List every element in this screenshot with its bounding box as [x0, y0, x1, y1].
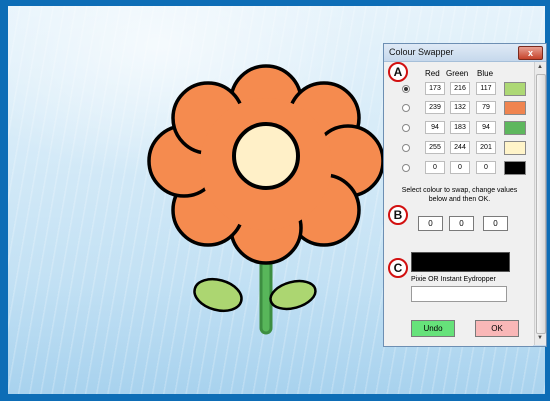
blue-value-1: 117 [476, 82, 496, 95]
ok-button[interactable]: OK [475, 320, 519, 337]
colour-radio-3[interactable] [402, 124, 410, 132]
scrollbar-thumb[interactable] [536, 74, 546, 334]
annotation-b-badge: B [388, 205, 408, 225]
leaf-right [269, 279, 317, 311]
blue-value-3: 94 [476, 121, 496, 134]
green-value-1: 216 [450, 82, 470, 95]
blue-value-4: 201 [476, 141, 496, 154]
close-icon[interactable]: x [518, 46, 543, 60]
annotation-a-badge: A [388, 62, 408, 82]
undo-button[interactable]: Undo [411, 320, 455, 337]
green-value-3: 183 [450, 121, 470, 134]
colour-swatch-3[interactable] [504, 121, 526, 135]
dialog-title: Colour Swapper [389, 47, 454, 57]
eyedropper-input[interactable] [411, 286, 507, 302]
colour-preview [411, 252, 510, 272]
colour-radio-2[interactable] [402, 104, 410, 112]
colour-radio-5[interactable] [402, 164, 410, 172]
red-value-3: 94 [425, 121, 445, 134]
colour-swapper-dialog[interactable]: Colour Swapper x A Red Green Blue 173 21… [383, 43, 547, 347]
red-value-2: 239 [425, 101, 445, 114]
annotation-c-badge: C [388, 258, 408, 278]
flower-center [232, 122, 300, 190]
green-value-4: 244 [450, 141, 470, 154]
colour-radio-1[interactable] [402, 85, 410, 93]
green-input[interactable]: 0 [449, 216, 474, 231]
instructions-line-2: below and then OK. [428, 196, 491, 203]
blue-column-header: Blue [477, 69, 494, 78]
leaf-left [193, 277, 243, 313]
green-value-2: 132 [450, 101, 470, 114]
colour-swatch-5[interactable] [504, 161, 526, 175]
titlebar[interactable]: Colour Swapper x [384, 44, 546, 62]
red-input[interactable]: 0 [418, 216, 443, 231]
blue-input[interactable]: 0 [483, 216, 508, 231]
red-column-header: Red [425, 69, 440, 78]
instructions-line-1: Select colour to swap, change values [401, 187, 518, 194]
green-value-5: 0 [450, 161, 470, 174]
blue-value-2: 79 [476, 101, 496, 114]
colour-radio-4[interactable] [402, 144, 410, 152]
blue-value-5: 0 [476, 161, 496, 174]
dialog-body: A Red Green Blue 173 216 117 239 132 79 … [384, 62, 533, 346]
green-column-header: Green [446, 69, 469, 78]
eyedropper-label: Pixie OR Instant Eydropper [411, 276, 496, 283]
red-value-5: 0 [425, 161, 445, 174]
colour-swatch-2[interactable] [504, 101, 526, 115]
scroll-down-icon[interactable]: ▼ [537, 335, 543, 341]
scroll-up-icon[interactable]: ▲ [537, 64, 543, 70]
colour-swatch-4[interactable] [504, 141, 526, 155]
red-value-1: 173 [425, 82, 445, 95]
colour-swatch-1[interactable] [504, 82, 526, 96]
red-value-4: 255 [425, 141, 445, 154]
dialog-scrollbar[interactable]: ▲ ▼ [534, 62, 546, 345]
